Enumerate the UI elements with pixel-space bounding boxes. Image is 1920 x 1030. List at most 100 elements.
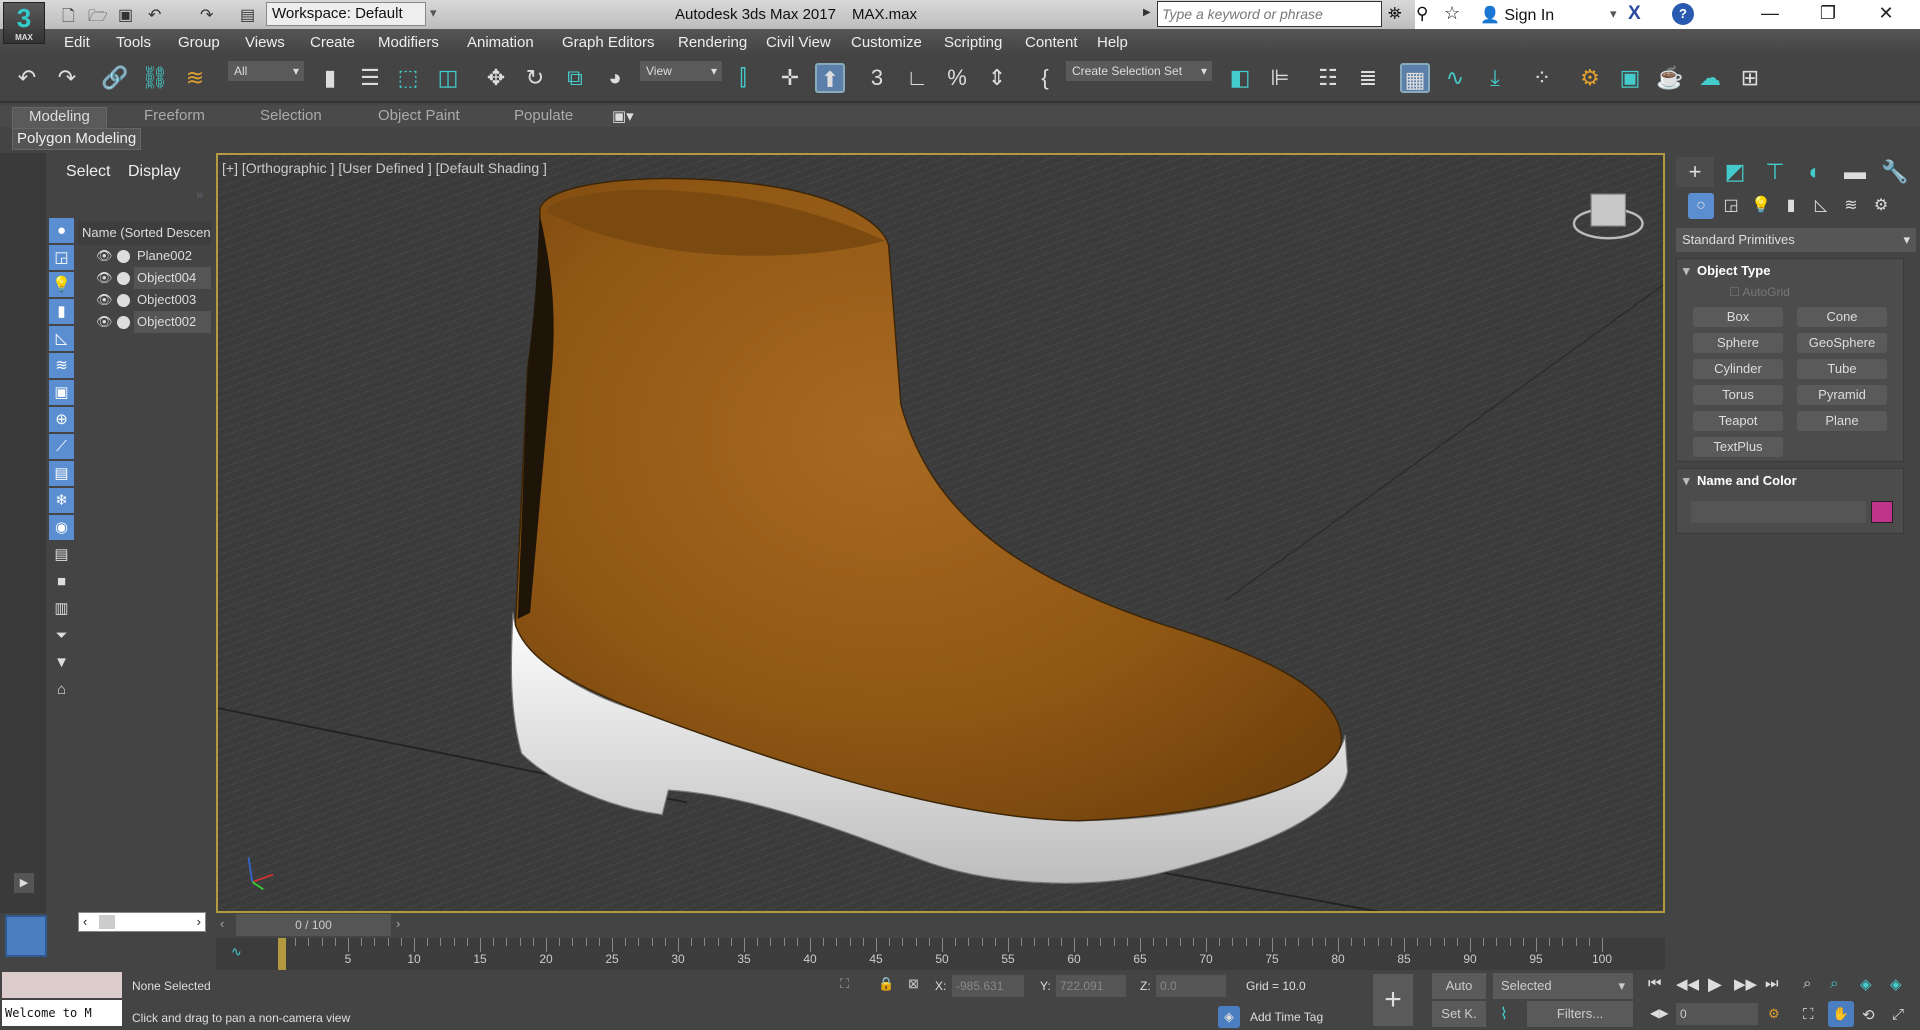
go-to-end-icon[interactable]: ⏭ [1765,975,1779,992]
pan-view-icon[interactable]: ✋ [1828,1001,1854,1027]
teapot-button[interactable]: Teapot [1693,411,1783,431]
menu-tools[interactable]: Tools [116,34,151,51]
spinner-snap-icon[interactable]: ⇕ [982,63,1012,93]
lights-filter-icon[interactable]: 💡 [49,272,74,297]
curve-editor-icon[interactable]: ∿ [1440,63,1470,93]
shapes-filter-icon[interactable]: ◲ [49,245,74,270]
object-type-title[interactable]: Object Type [1677,259,1903,279]
list-item[interactable]: 👁 Object002 [76,311,211,333]
select-object-icon[interactable]: ▮ [315,63,345,93]
tab-freeform[interactable]: Freeform [144,107,205,124]
menu-rendering[interactable]: Rendering [678,34,747,51]
search-input[interactable]: Type a keyword or phrase [1157,1,1382,27]
primitive-category-dropdown[interactable]: Standard Primitives ▾ [1676,228,1916,252]
name-and-color-title[interactable]: Name and Color [1677,469,1903,489]
xrefs-filter-icon[interactable]: ⊕ [49,407,74,432]
eye-icon[interactable]: 👁 [96,245,113,267]
create-tab-icon[interactable]: + [1676,157,1714,187]
favorites-star-icon[interactable]: ☆ [1444,3,1460,24]
orbit-icon[interactable]: ⟲ [1862,1006,1875,1024]
set-key-big-button[interactable]: + [1373,974,1413,1026]
expand-icon[interactable]: ▶ [1143,7,1151,18]
modify-tab-icon[interactable]: ◩ [1716,157,1754,187]
maximize-viewport-icon[interactable]: ⤢ [1892,1006,1904,1023]
y-coordinate-field[interactable]: 722.091 [1056,975,1126,997]
display-none-icon[interactable]: ■ [49,569,74,594]
shapes-icon[interactable]: ◲ [1718,193,1744,219]
viewport-perspective[interactable]: [+] [Orthographic ] [User Defined ] [Def… [216,153,1665,913]
ribbon-options-icon[interactable]: ▣▾ [612,107,634,125]
freeze-icon[interactable] [117,250,130,263]
expand-explorer-icon[interactable]: ▶ [14,873,34,893]
cameras-icon[interactable]: ▮ [1778,193,1804,219]
eye-icon[interactable]: 👁 [96,267,113,289]
close-button[interactable]: ✕ [1866,3,1906,24]
menu-group[interactable]: Group [178,34,220,51]
tab-modeling[interactable]: Modeling [12,107,107,129]
previous-frame-icon[interactable]: ‹ [220,916,224,931]
render-production-icon[interactable]: ☕ [1655,63,1685,93]
redo-icon[interactable]: ↷ [200,5,213,25]
viewport-layout-icon[interactable] [5,915,47,957]
groups-filter-icon[interactable]: ▣ [49,380,74,405]
maxscript-mini-listener[interactable] [2,972,122,998]
isolate-selection-icon[interactable]: ⛶ [840,976,849,992]
unlink-icon[interactable]: ⛓ [140,63,170,93]
rotate-icon[interactable]: ↻ [520,63,550,93]
scroll-right-icon[interactable]: › [197,914,201,929]
pyramid-button[interactable]: Pyramid [1797,385,1887,405]
dope-sheet-icon[interactable]: ⤓ [1480,63,1510,93]
container-icon[interactable]: ⌂ [49,677,74,702]
render-cloud-icon[interactable]: ☁ [1695,63,1725,93]
reference-coordinate-dropdown[interactable]: View [640,61,722,81]
object-color-swatch[interactable] [1871,501,1893,523]
viewport-label[interactable]: [+] [Orthographic ] [User Defined ] [Def… [222,160,547,176]
current-frame-marker[interactable] [278,938,286,970]
geometry-icon[interactable]: ○ [1688,193,1714,219]
maxscript-listener-output[interactable]: Welcome to M [2,1000,122,1026]
time-slider-thumb[interactable]: 0 / 100 [236,914,391,936]
open-mini-curve-editor-icon[interactable]: ∿ [231,944,242,960]
list-item[interactable]: 👁 Object003 [76,289,211,311]
menu-civil-view[interactable]: Civil View [766,34,831,51]
sign-in-button[interactable]: 👤 Sign In [1480,5,1554,25]
geometry-filter-icon[interactable]: ● [49,218,74,243]
menu-views[interactable]: Views [245,34,285,51]
restore-button[interactable]: ❐ [1808,3,1848,24]
list-item[interactable]: 👁 Object004 [76,267,211,289]
display-all-icon[interactable]: ▤ [49,542,74,567]
spacewarps-icon[interactable]: ≋ [1838,193,1864,219]
freeze-icon[interactable] [117,294,130,307]
communication-center-icon[interactable]: ⚲ [1416,4,1428,24]
menu-content[interactable]: Content [1025,34,1078,51]
more-icon[interactable]: » [196,187,203,202]
tab-selection[interactable]: Selection [260,107,322,124]
play-icon[interactable]: ▶ [1708,974,1722,995]
menu-customize[interactable]: Customize [851,34,922,51]
freeze-icon[interactable] [117,272,130,285]
minimize-button[interactable]: — [1750,3,1790,24]
plane-button[interactable]: Plane [1797,411,1887,431]
scene-explorer-icon[interactable]: ☷ [1313,63,1343,93]
zoom-all-icon[interactable]: ⌕ [1830,975,1838,992]
customize-qat-icon[interactable]: ▾ [430,5,437,21]
set-key-button[interactable]: Set K. [1432,1001,1486,1027]
explorer-select-menu[interactable]: Select [66,163,110,181]
key-filters-button[interactable]: Filters... [1527,1001,1633,1027]
scale-icon[interactable]: ⧉ [560,63,590,93]
systems-icon[interactable]: ⚙ [1868,193,1894,219]
schematic-view-icon[interactable]: ⁘ [1527,63,1557,93]
scroll-left-icon[interactable]: ‹ [83,914,87,929]
zoom-icon[interactable]: ⌕ [1803,975,1811,992]
cone-button[interactable]: Cone [1797,307,1887,327]
binoculars-icon[interactable]: ⛯ [1388,4,1402,24]
freeze-icon[interactable] [117,316,130,329]
next-frame-icon[interactable]: ▶▶ [1734,975,1757,993]
exchange-apps-icon[interactable]: X [1628,3,1641,25]
textplus-button[interactable]: TextPlus [1693,437,1783,457]
z-coordinate-field[interactable]: 0.0 [1156,975,1226,997]
field-of-view-icon[interactable]: ⛶ [1803,1006,1814,1023]
menu-modifiers[interactable]: Modifiers [378,34,439,51]
layer-explorer-icon[interactable]: ≣ [1353,63,1383,93]
edit-named-selection-icon[interactable]: { [1030,63,1060,93]
